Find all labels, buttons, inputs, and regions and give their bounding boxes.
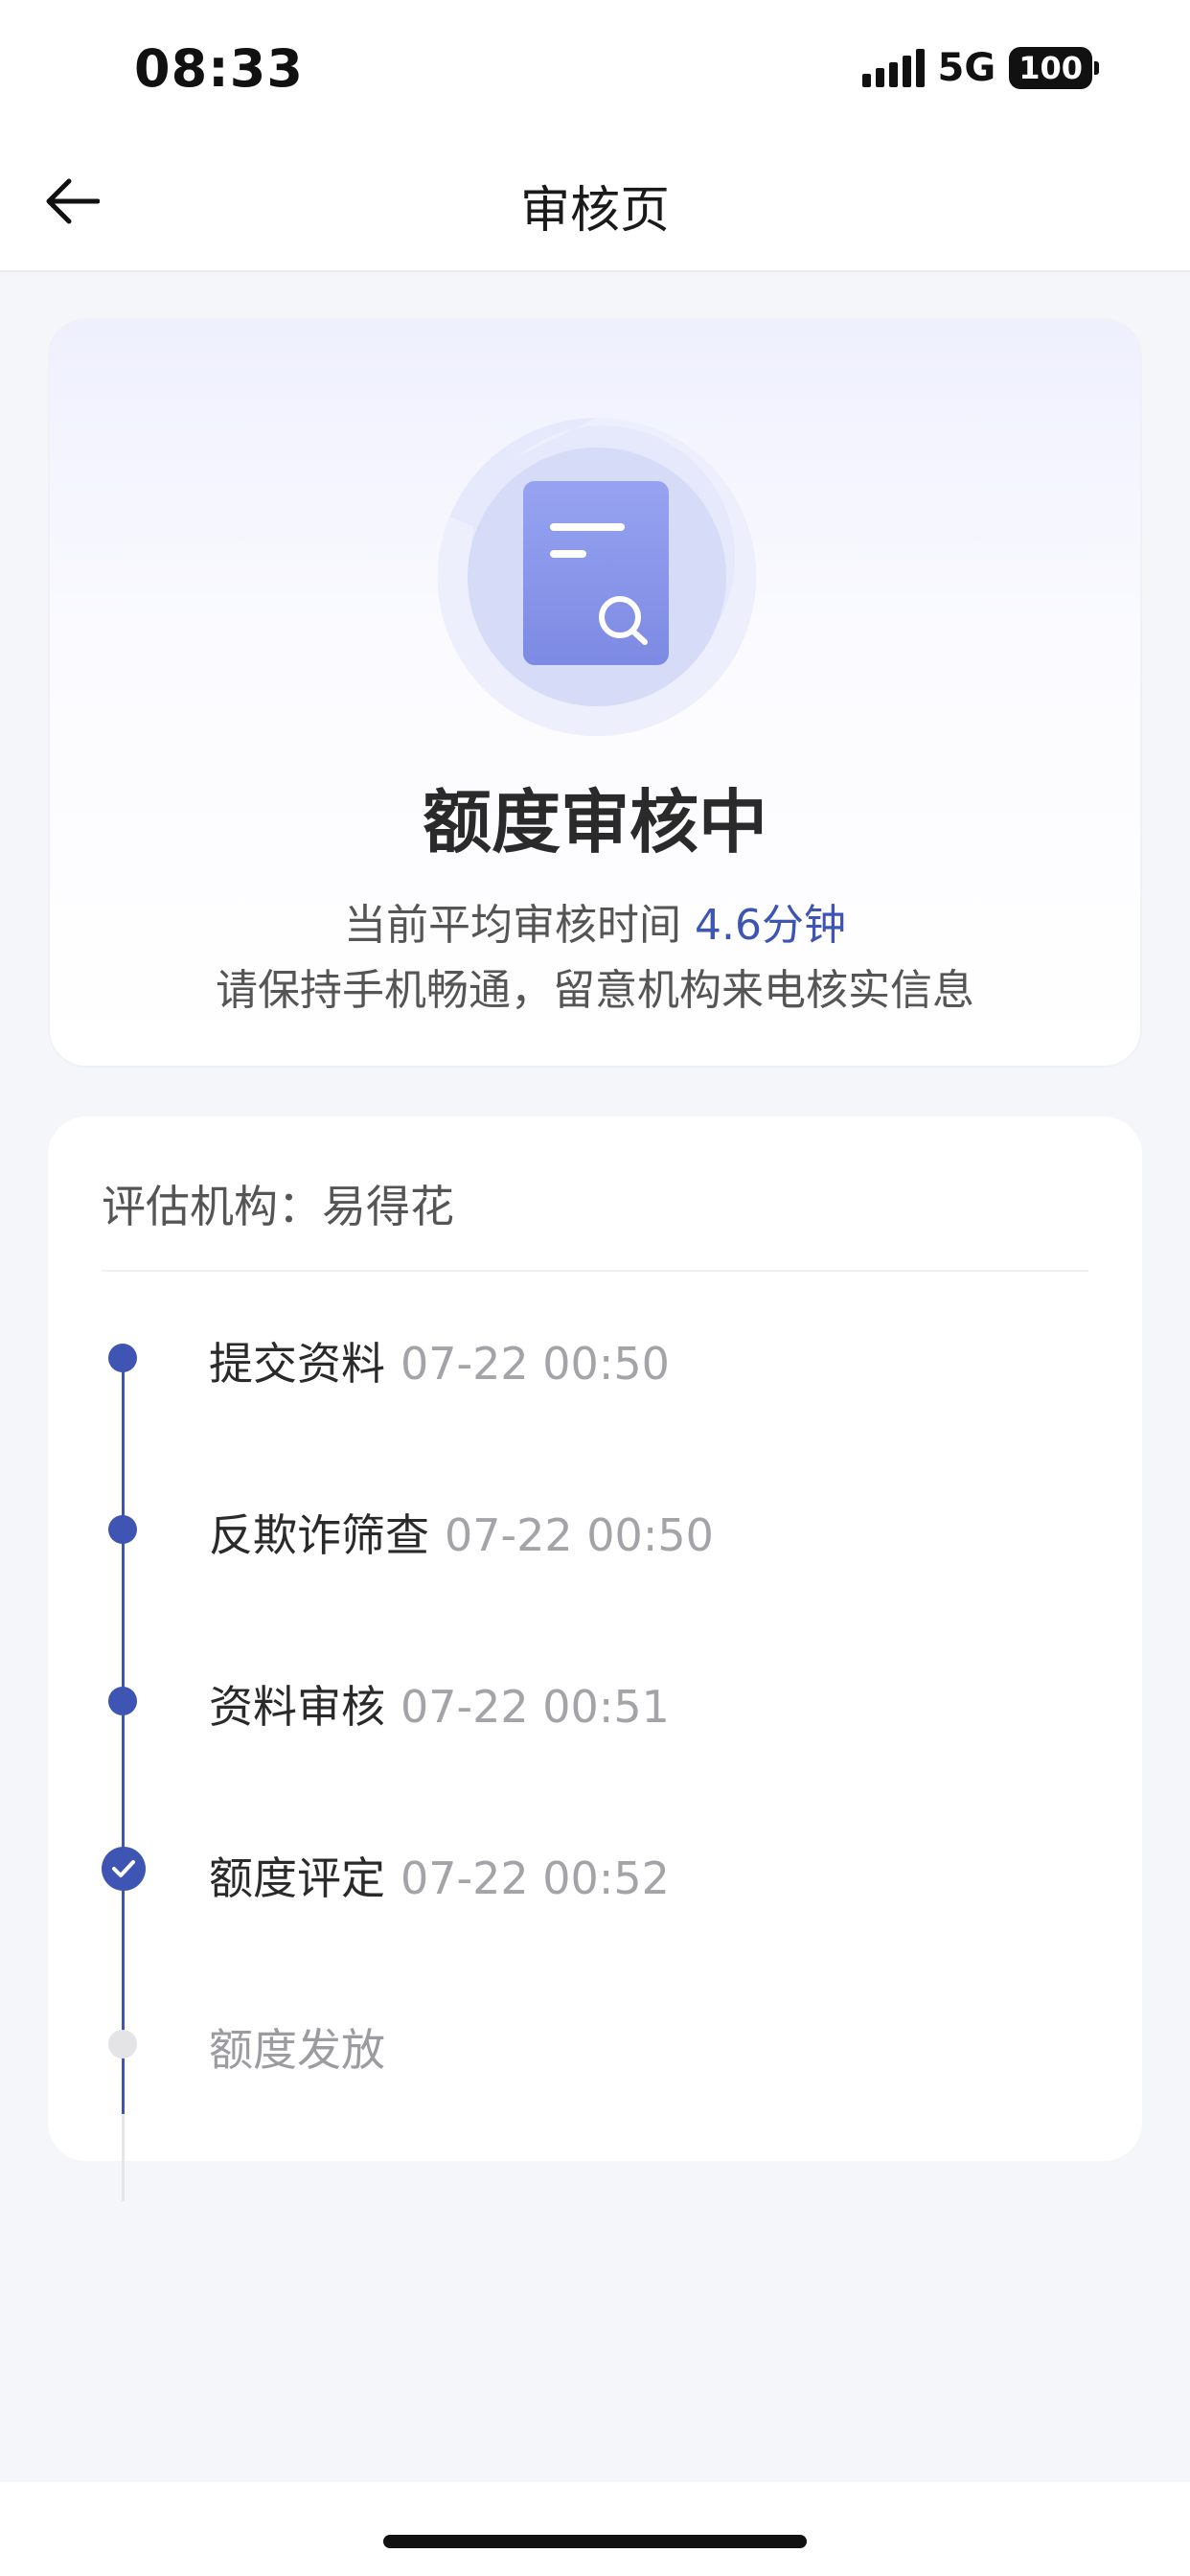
step-dot-done (108, 1515, 137, 1544)
step-dot-done (108, 1687, 137, 1715)
network-label: 5G (937, 46, 996, 90)
status-time: 08:33 (134, 38, 304, 99)
avg-time-label: 当前平均审核时间 (344, 901, 681, 950)
page-title: 审核页 (519, 182, 670, 240)
review-notice: 请保持手机畅通，留意机构来电核实信息 (216, 966, 974, 1015)
avg-time-value: 4.6分钟 (695, 901, 846, 950)
nav-bar: 审核页 (0, 139, 1190, 272)
step-time: 07-22 00:50 (445, 1509, 714, 1561)
timeline-step-pending: 额度发放 (209, 2015, 385, 2079)
bottom-safe-area (0, 2482, 1190, 2576)
step-label: 额度发放 (209, 2024, 385, 2076)
timeline-step-current: 额度评定 07-22 00:52 (209, 1844, 670, 1907)
step-label: 额度评定 (209, 1852, 385, 1904)
review-status-card: 额度审核中 当前平均审核时间 4.6分钟 请保持手机畅通，留意机构来电核实信息 (48, 318, 1142, 1068)
status-indicators: 5G 100 (861, 46, 1099, 90)
battery-icon: 100 (1009, 47, 1099, 89)
timeline-step: 提交资料 07-22 00:50 (209, 1329, 670, 1392)
signal-bars-icon (861, 49, 925, 87)
step-dot-done (108, 1344, 137, 1372)
step-label: 提交资料 (209, 1338, 385, 1390)
step-dot-pending (108, 2030, 137, 2058)
timeline-connector-pending (122, 2115, 125, 2201)
review-progress-card: 评估机构：易得花 提交资料 07-22 00:50 反欺诈筛查 07-22 00:5… (48, 1116, 1142, 2201)
step-label: 资料审核 (209, 1681, 385, 1733)
timeline-step: 资料审核 07-22 00:51 (209, 1672, 670, 1736)
checkmark-icon (112, 1860, 135, 1877)
step-check-icon (102, 1847, 146, 1891)
battery-tip (1094, 61, 1099, 75)
step-time: 07-22 00:50 (400, 1338, 670, 1390)
progress-timeline: 提交资料 07-22 00:50 反欺诈筛查 07-22 00:50 资料审核 07-… (48, 1116, 1142, 2201)
step-label: 反欺诈筛查 (209, 1509, 429, 1561)
avg-review-time: 当前平均审核时间 4.6分钟 (50, 890, 1140, 952)
battery-level: 100 (1009, 47, 1092, 89)
status-bar: 08:33 5G 100 (0, 0, 1190, 139)
timeline-connector (122, 1357, 125, 2114)
document-search-icon (437, 418, 756, 736)
status-title: 额度审核中 (422, 782, 767, 862)
step-time: 07-22 00:52 (400, 1852, 670, 1904)
step-time: 07-22 00:51 (400, 1681, 670, 1733)
timeline-step: 反欺诈筛查 07-22 00:50 (209, 1501, 714, 1564)
home-indicator[interactable] (383, 2535, 807, 2548)
